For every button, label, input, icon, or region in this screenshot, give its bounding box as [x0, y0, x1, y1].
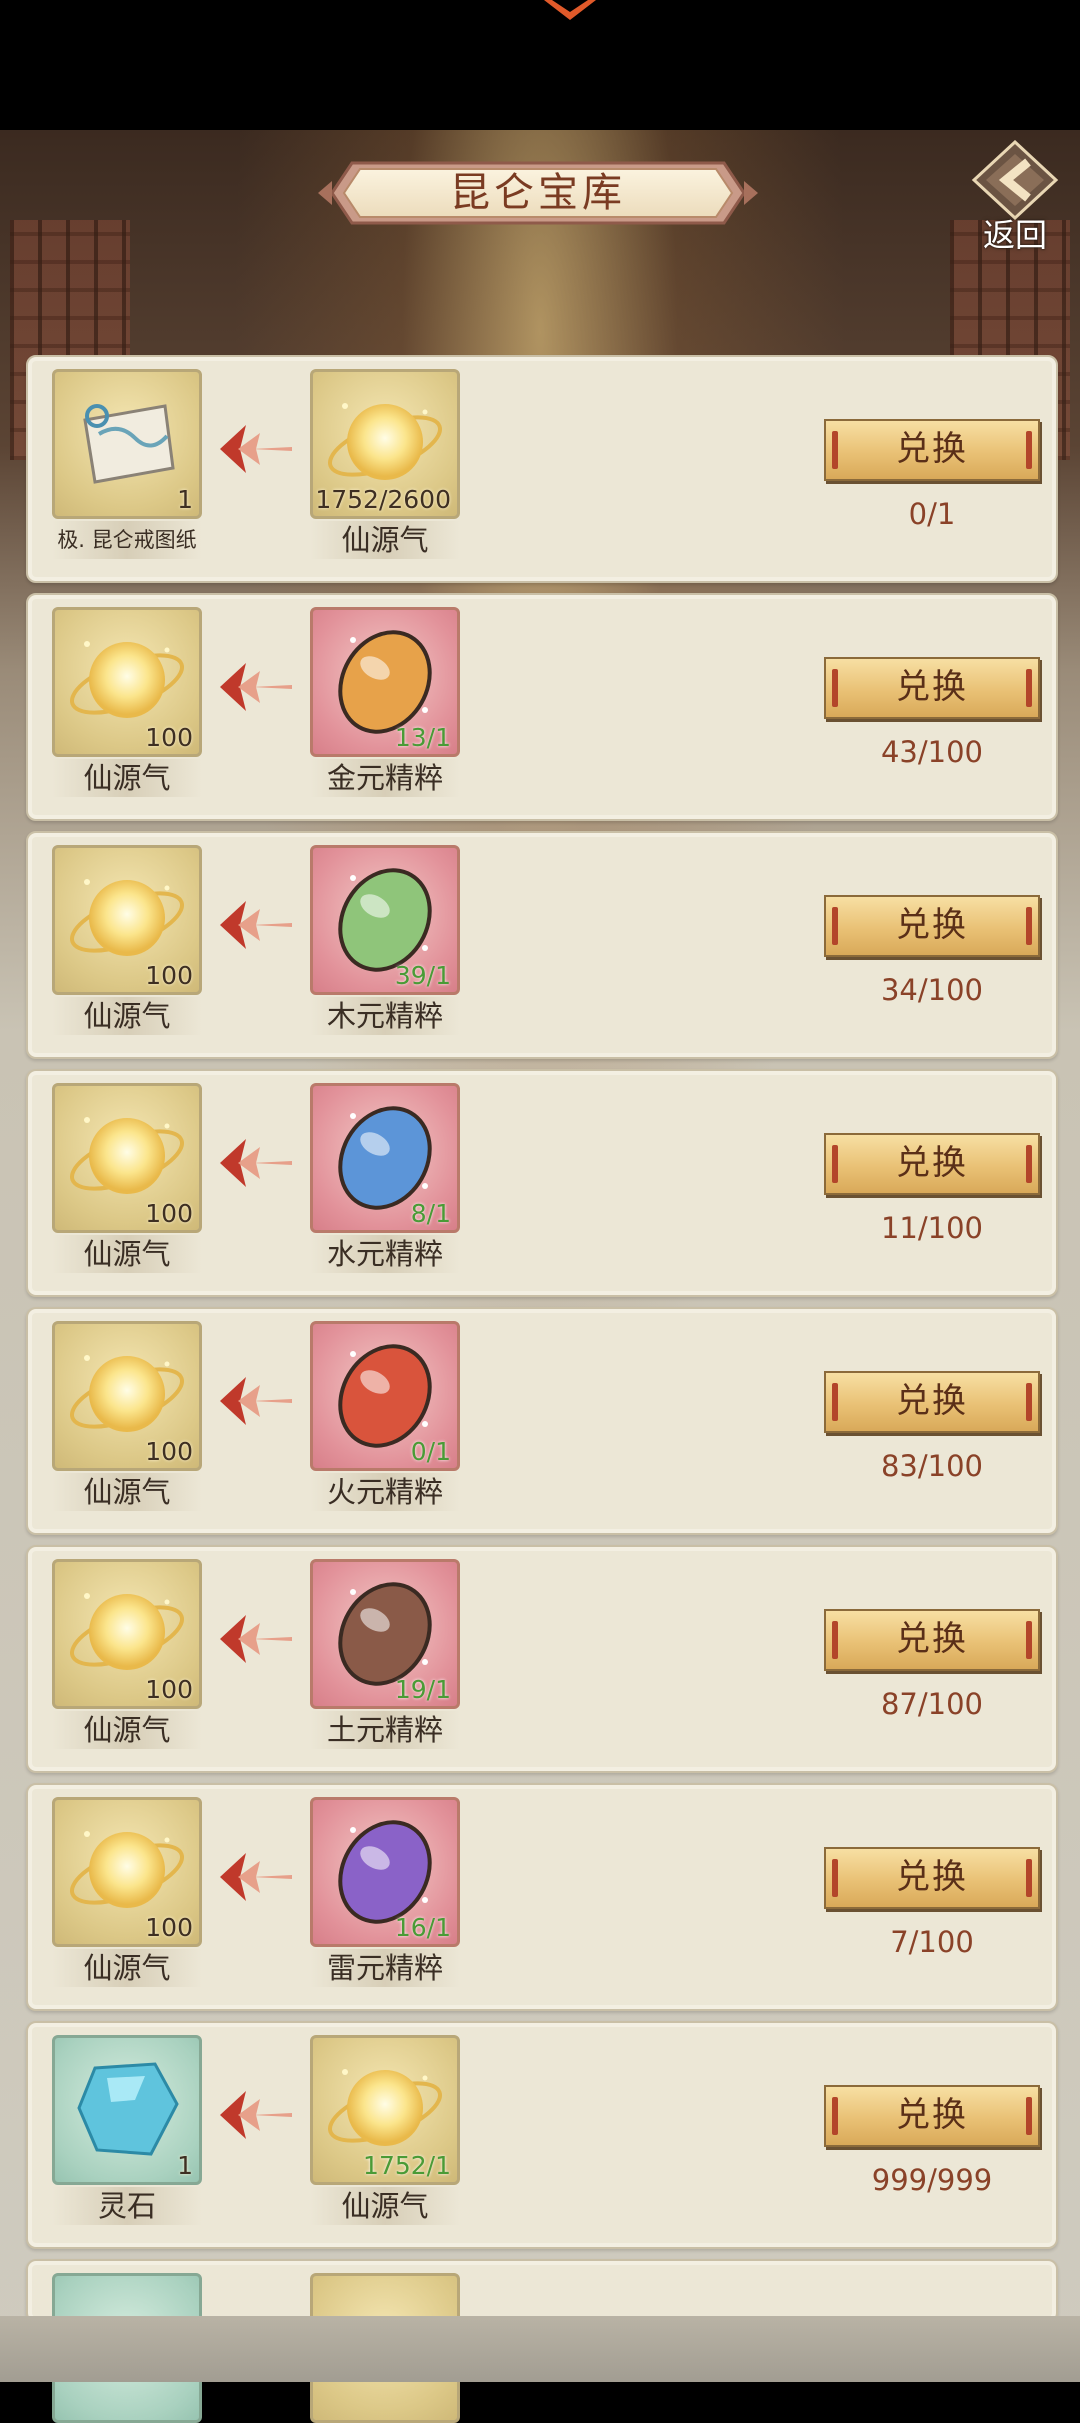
back-label: 返回 [982, 216, 1047, 254]
item-count: 16/1 [394, 1913, 451, 1942]
item-count: 100 [145, 1199, 193, 1228]
title-banner: 昆仑宝库 [318, 155, 758, 231]
exchange-row: 100 仙源气 19/1 土元精粹 兑换 87/100 [26, 1545, 1058, 1773]
item-count: 0/1 [410, 1437, 451, 1466]
exchange-button[interactable]: 兑换 [824, 1609, 1040, 1671]
item-count: 1752/1 [363, 2151, 451, 2180]
item-name: 极. 昆仑戒图纸 [52, 521, 202, 559]
reward-item-slot[interactable]: 100 [52, 1083, 202, 1233]
exchange-arrow-icon [216, 1847, 296, 1907]
exchange-limit: 999/999 [871, 2163, 993, 2197]
exchange-row: 100 仙源气 16/1 雷元精粹 兑换 7/100 [26, 1783, 1058, 2011]
exchange-limit: 34/100 [880, 973, 984, 1007]
exchange-limit: 11/100 [880, 1211, 984, 1245]
page-title: 昆仑宝库 [450, 170, 626, 216]
exchange-row: 1 极. 昆仑戒图纸 1752/2600 仙源气 兑换 0/1 [26, 355, 1058, 583]
exchange-button[interactable]: 兑换 [824, 1133, 1040, 1195]
reward-item-slot[interactable]: 100 [52, 1559, 202, 1709]
item-name: 灵石 [52, 2187, 202, 2225]
item-name: 土元精粹 [310, 1711, 460, 1749]
exchange-arrow-icon [216, 2085, 296, 2145]
item-name: 仙源气 [52, 1473, 202, 1511]
item-count: 1 [177, 2151, 193, 2180]
reward-item-slot[interactable]: 1 [52, 2035, 202, 2185]
item-count: 1 [177, 485, 193, 514]
reward-item-slot[interactable]: 100 [52, 607, 202, 757]
item-count: 100 [145, 1437, 193, 1466]
status-bar [0, 0, 1080, 130]
exchange-row: 1 灵石 1752/1 仙源气 兑换 999/999 [26, 2021, 1058, 2249]
exchange-limit: 0/1 [908, 497, 956, 531]
exchange-button[interactable]: 兑换 [824, 419, 1040, 481]
item-name: 雷元精粹 [310, 1949, 460, 1987]
cost-item-slot[interactable]: 13/1 [310, 607, 460, 757]
item-count: 100 [145, 723, 193, 752]
exchange-button[interactable]: 兑换 [824, 895, 1040, 957]
exchange-arrow-icon [216, 1371, 296, 1431]
item-count: 39/1 [394, 961, 451, 990]
item-name: 仙源气 [310, 521, 460, 559]
item-count: 13/1 [394, 723, 451, 752]
exchange-button[interactable]: 兑换 [824, 1371, 1040, 1433]
back-arrow-icon [971, 140, 1059, 220]
item-name: 火元精粹 [310, 1473, 460, 1511]
exchange-limit: 83/100 [880, 1449, 984, 1483]
exchange-row: 100 仙源气 0/1 火元精粹 兑换 83/100 [26, 1307, 1058, 1535]
exchange-arrow-icon [216, 1609, 296, 1669]
exchange-limit: 43/100 [880, 735, 984, 769]
item-name: 仙源气 [52, 997, 202, 1035]
item-name: 木元精粹 [310, 997, 460, 1035]
exchange-row: 100 仙源气 8/1 水元精粹 兑换 11/100 [26, 1069, 1058, 1297]
item-name: 仙源气 [52, 759, 202, 797]
item-name: 仙源气 [310, 2187, 460, 2225]
exchange-row-partial [26, 2259, 1058, 2423]
item-count: 19/1 [394, 1675, 451, 1704]
cost-item-slot[interactable]: 1752/2600 [310, 369, 460, 519]
exchange-button[interactable]: 兑换 [824, 657, 1040, 719]
exchange-arrow-icon [216, 657, 296, 717]
item-count: 1752/2600 [315, 485, 451, 514]
item-name: 仙源气 [52, 1711, 202, 1749]
reward-item-slot[interactable]: 100 [52, 1321, 202, 1471]
reward-item-slot[interactable]: 1 [52, 369, 202, 519]
bottom-overlay [0, 2316, 1080, 2382]
cost-item-slot[interactable]: 8/1 [310, 1083, 460, 1233]
exchange-limit: 7/100 [890, 1925, 974, 1959]
exchange-button[interactable]: 兑换 [824, 2085, 1040, 2147]
item-count: 100 [145, 961, 193, 990]
item-name: 仙源气 [52, 1949, 202, 1987]
cost-item-slot[interactable]: 39/1 [310, 845, 460, 995]
cost-item-slot[interactable]: 16/1 [310, 1797, 460, 1947]
exchange-arrow-icon [216, 895, 296, 955]
item-count: 100 [145, 1675, 193, 1704]
exchange-row: 100 仙源气 39/1 木元精粹 兑换 34/100 [26, 831, 1058, 1059]
item-name: 金元精粹 [310, 759, 460, 797]
reward-item-slot[interactable]: 100 [52, 845, 202, 995]
back-button[interactable]: 返回 [960, 140, 1070, 255]
item-name: 仙源气 [52, 1235, 202, 1273]
cost-item-slot[interactable]: 1752/1 [310, 2035, 460, 2185]
app-logo-icon [544, 0, 596, 20]
item-count: 100 [145, 1913, 193, 1942]
exchange-row: 100 仙源气 13/1 金元精粹 兑换 43/100 [26, 593, 1058, 821]
item-name: 水元精粹 [310, 1235, 460, 1273]
cost-item-slot[interactable]: 19/1 [310, 1559, 460, 1709]
exchange-arrow-icon [216, 419, 296, 479]
exchange-arrow-icon [216, 1133, 296, 1193]
reward-item-slot[interactable]: 100 [52, 1797, 202, 1947]
exchange-button[interactable]: 兑换 [824, 1847, 1040, 1909]
exchange-limit: 87/100 [880, 1687, 984, 1721]
cost-item-slot[interactable]: 0/1 [310, 1321, 460, 1471]
item-count: 8/1 [410, 1199, 451, 1228]
